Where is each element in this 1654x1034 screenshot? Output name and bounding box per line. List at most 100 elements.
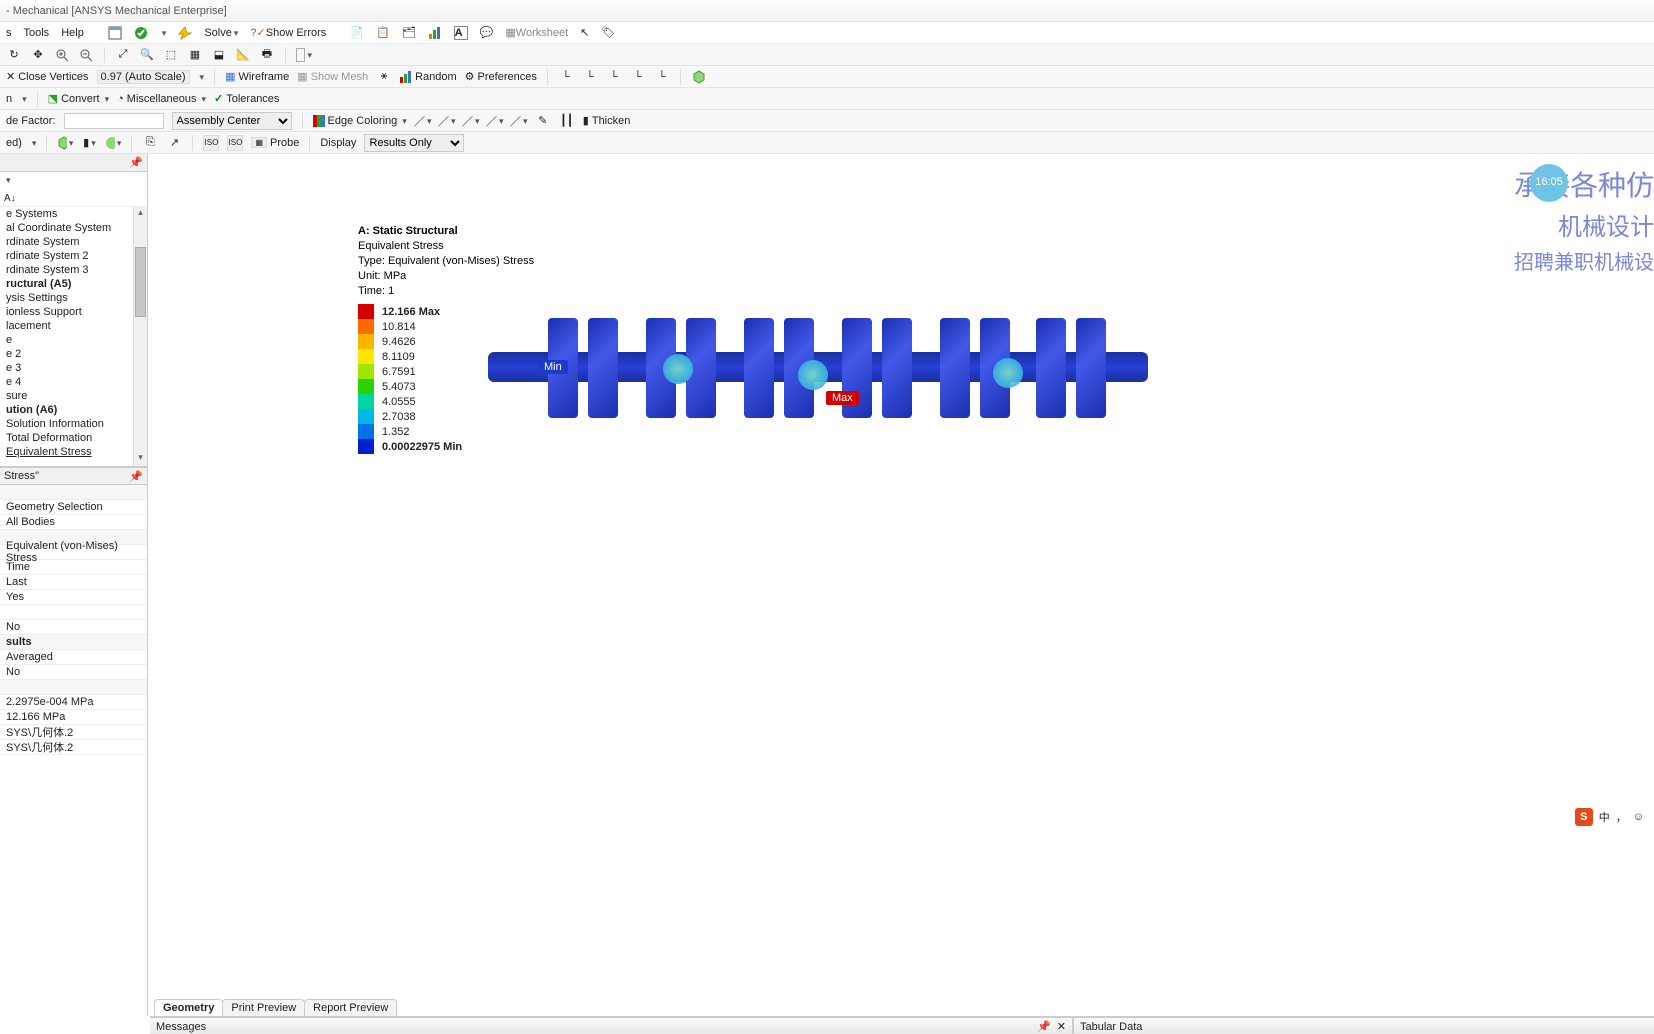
- details-row[interactable]: Equivalent (von-Mises) Stress: [0, 545, 147, 560]
- tree-item[interactable]: lacement: [0, 319, 147, 333]
- details-row[interactable]: SYS\几何体.2: [0, 740, 147, 755]
- details-row[interactable]: 12.166 MPa: [0, 710, 147, 725]
- tree-item[interactable]: ution (A6): [0, 403, 147, 417]
- axis-icon-5[interactable]: └: [654, 69, 670, 85]
- cube-green-icon[interactable]: [57, 135, 73, 151]
- pan-icon[interactable]: ✥: [30, 47, 46, 63]
- tree-item[interactable]: al Coordinate System: [0, 221, 147, 235]
- tab-print-preview[interactable]: Print Preview: [222, 999, 305, 1016]
- convert-button[interactable]: ⬔Convert: [48, 92, 109, 105]
- worksheet-button[interactable]: ▦Worksheet: [505, 26, 568, 39]
- tree-item[interactable]: e 3: [0, 361, 147, 375]
- iso2-icon[interactable]: ISO: [227, 135, 243, 151]
- details-row[interactable]: [0, 605, 147, 620]
- close-vertices-button[interactable]: ✕Close Vertices: [6, 70, 89, 83]
- show-errors-button[interactable]: ?✓Show Errors: [250, 26, 326, 39]
- details-row[interactable]: Last: [0, 575, 147, 590]
- cube-icon[interactable]: [691, 69, 707, 85]
- tool-icon-a[interactable]: 📄: [350, 26, 364, 39]
- fit-icon[interactable]: ⤢: [115, 47, 131, 63]
- dropdown-icon[interactable]: [160, 27, 167, 39]
- de-factor-input[interactable]: [64, 113, 164, 129]
- filter-dropdown[interactable]: [4, 174, 11, 188]
- thicken-button[interactable]: ▮Thicken: [583, 114, 631, 127]
- random-button[interactable]: Random: [400, 71, 457, 83]
- tree-item[interactable]: ionless Support: [0, 305, 147, 319]
- close-icon[interactable]: ✕: [1057, 1020, 1066, 1033]
- rotate-icon[interactable]: ↻: [6, 47, 22, 63]
- chart-icon[interactable]: [428, 26, 442, 40]
- scroll-down-icon[interactable]: ▾: [134, 452, 147, 466]
- tree-item[interactable]: e 4: [0, 375, 147, 389]
- n-dropdown[interactable]: [20, 93, 27, 105]
- tree-item[interactable]: Solution Information: [0, 417, 147, 431]
- menu-item[interactable]: s: [6, 27, 12, 39]
- ime-punct-icon[interactable]: ，: [1616, 809, 1627, 825]
- tree-item[interactable]: rdinate System 3: [0, 263, 147, 277]
- sphere-icon[interactable]: [105, 135, 121, 151]
- details-row[interactable]: SYS\几何体.2: [0, 725, 147, 740]
- details-row[interactable]: Averaged: [0, 650, 147, 665]
- slider-icon[interactable]: ┃┃: [559, 113, 575, 129]
- ed-dropdown[interactable]: [30, 137, 37, 149]
- edge-coloring-button[interactable]: Edge Coloring: [313, 115, 407, 127]
- wireframe-button[interactable]: ▦Wireframe: [225, 70, 289, 83]
- pin-icon[interactable]: ✎: [535, 113, 551, 129]
- apply-icon[interactable]: [134, 26, 148, 40]
- details-row[interactable]: All Bodies: [0, 515, 147, 530]
- details-row[interactable]: Geometry Selection: [0, 500, 147, 515]
- tree-item[interactable]: sure: [0, 389, 147, 403]
- tree-item[interactable]: rdinate System 2: [0, 249, 147, 263]
- solve-icon[interactable]: [178, 26, 192, 40]
- misc-button[interactable]: ◔Miscellaneous: [117, 93, 206, 105]
- details-row[interactable]: No: [0, 620, 147, 635]
- graphics-viewport[interactable]: A: Static Structural Equivalent Stress T…: [148, 154, 1654, 1016]
- tree-item[interactable]: rdinate System: [0, 235, 147, 249]
- pin-icon[interactable]: 📌: [129, 156, 143, 169]
- axis-icon-2[interactable]: └: [582, 69, 598, 85]
- tree-item[interactable]: Equivalent Stress: [0, 445, 147, 459]
- tree-item[interactable]: ysis Settings: [0, 291, 147, 305]
- hl-icon-5[interactable]: ／: [511, 113, 527, 129]
- tree-item[interactable]: e: [0, 333, 147, 347]
- tag-icon[interactable]: 🏷: [601, 26, 615, 39]
- details-row[interactable]: 2.2975e-004 MPa: [0, 695, 147, 710]
- tree-scrollbar[interactable]: ▴ ▾: [133, 207, 147, 466]
- hl-icon-3[interactable]: ／: [463, 113, 479, 129]
- hl-icon-1[interactable]: ／: [415, 113, 431, 129]
- tree-item[interactable]: ructural (A5): [0, 277, 147, 291]
- axis-icon-1[interactable]: └: [558, 69, 574, 85]
- details-row[interactable]: Yes: [0, 590, 147, 605]
- zoom-region-icon[interactable]: 🔍: [139, 47, 155, 63]
- tool-icon-b[interactable]: 📋: [376, 26, 390, 39]
- preferences-button[interactable]: ⚙Preferences: [465, 70, 537, 83]
- iso-icon[interactable]: ISO: [203, 135, 219, 151]
- zoom-out-icon[interactable]: [78, 47, 94, 63]
- axis-icon-4[interactable]: └: [630, 69, 646, 85]
- toggle-icon-1[interactable]: ⬚: [163, 47, 179, 63]
- ime-smile-icon[interactable]: ☺: [1633, 811, 1644, 823]
- tree-item[interactable]: Total Deformation: [0, 431, 147, 445]
- tab-geometry[interactable]: Geometry: [154, 999, 223, 1016]
- zoom-in-icon[interactable]: [54, 47, 70, 63]
- axis-icon-3[interactable]: └: [606, 69, 622, 85]
- tree-item[interactable]: e Systems: [0, 207, 147, 221]
- ime-lang[interactable]: 中: [1599, 809, 1610, 825]
- print-icon[interactable]: 🖶: [259, 47, 275, 63]
- tree-item[interactable]: e 2: [0, 347, 147, 361]
- letter-a-icon[interactable]: A: [454, 26, 468, 40]
- assembly-center-select[interactable]: Assembly Center: [172, 112, 292, 130]
- pin-icon[interactable]: 📌: [1037, 1020, 1051, 1033]
- tab-report-preview[interactable]: Report Preview: [304, 999, 397, 1016]
- probe-point-icon[interactable]: ⚹: [376, 69, 392, 85]
- show-mesh-button[interactable]: ▦Show Mesh: [297, 70, 368, 83]
- clip-icon[interactable]: ⎘: [142, 135, 158, 151]
- blank-dropdown-icon[interactable]: [296, 47, 312, 63]
- scroll-thumb[interactable]: [135, 247, 146, 317]
- scale-dropdown[interactable]: [198, 71, 205, 83]
- toggle-icon-2[interactable]: ▦: [187, 47, 203, 63]
- menu-tools[interactable]: Tools: [24, 27, 50, 39]
- toggle-icon-3[interactable]: ⬓: [211, 47, 227, 63]
- sort-icon[interactable]: A↓: [4, 193, 16, 204]
- probe-button[interactable]: ▦Probe: [251, 137, 299, 149]
